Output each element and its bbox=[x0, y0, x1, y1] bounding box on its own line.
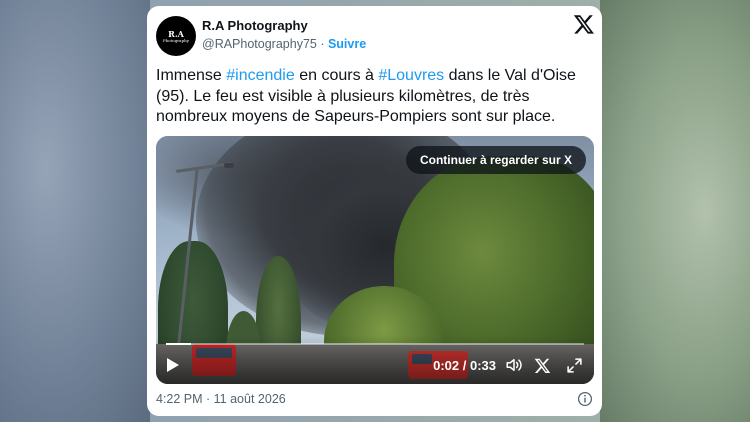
video-progress-fill bbox=[166, 343, 192, 345]
follow-button[interactable]: Suivre bbox=[328, 37, 366, 51]
continue-on-x-button[interactable]: Continuer à regarder sur X bbox=[405, 146, 586, 174]
tweet-timestamp[interactable]: 4:22 PM · 11 août 2026 bbox=[156, 392, 286, 406]
background-blur-right bbox=[600, 0, 750, 422]
tweet-text: Immense #incendie en cours à #Louvres da… bbox=[156, 66, 596, 128]
x-logo-icon[interactable] bbox=[573, 13, 595, 35]
play-icon[interactable] bbox=[166, 357, 180, 373]
info-icon[interactable] bbox=[577, 391, 593, 407]
volume-icon[interactable] bbox=[505, 356, 523, 374]
tweet-card[interactable]: R.A Photography R.A Photography @RAPhoto… bbox=[147, 6, 602, 416]
handle-row: @RAPhotography75 · Suivre bbox=[202, 37, 366, 51]
background-blur-left bbox=[0, 0, 150, 422]
video-player[interactable]: Continuer à regarder sur X 0:02 / 0:33 bbox=[156, 136, 594, 384]
fullscreen-icon[interactable] bbox=[566, 357, 583, 374]
street-lamp bbox=[224, 163, 234, 168]
video-controls: 0:02 / 0:33 bbox=[156, 346, 594, 384]
author-name[interactable]: R.A Photography bbox=[202, 18, 308, 33]
video-time: 0:02 / 0:33 bbox=[433, 358, 496, 373]
avatar-subtext: Photography bbox=[163, 37, 189, 43]
video-progress-bar[interactable] bbox=[166, 343, 584, 345]
author-handle[interactable]: @RAPhotography75 bbox=[202, 37, 317, 51]
avatar-text: R.A bbox=[168, 28, 184, 39]
hashtag-louvres[interactable]: #Louvres bbox=[378, 67, 444, 84]
separator-dot: · bbox=[316, 37, 328, 51]
avatar[interactable]: R.A Photography bbox=[156, 16, 196, 56]
tweet-text-part: Immense bbox=[156, 67, 227, 84]
x-logo-icon[interactable] bbox=[534, 357, 551, 374]
tweet-text-part: en cours à bbox=[294, 67, 379, 84]
hashtag-incendie[interactable]: #incendie bbox=[226, 67, 295, 84]
